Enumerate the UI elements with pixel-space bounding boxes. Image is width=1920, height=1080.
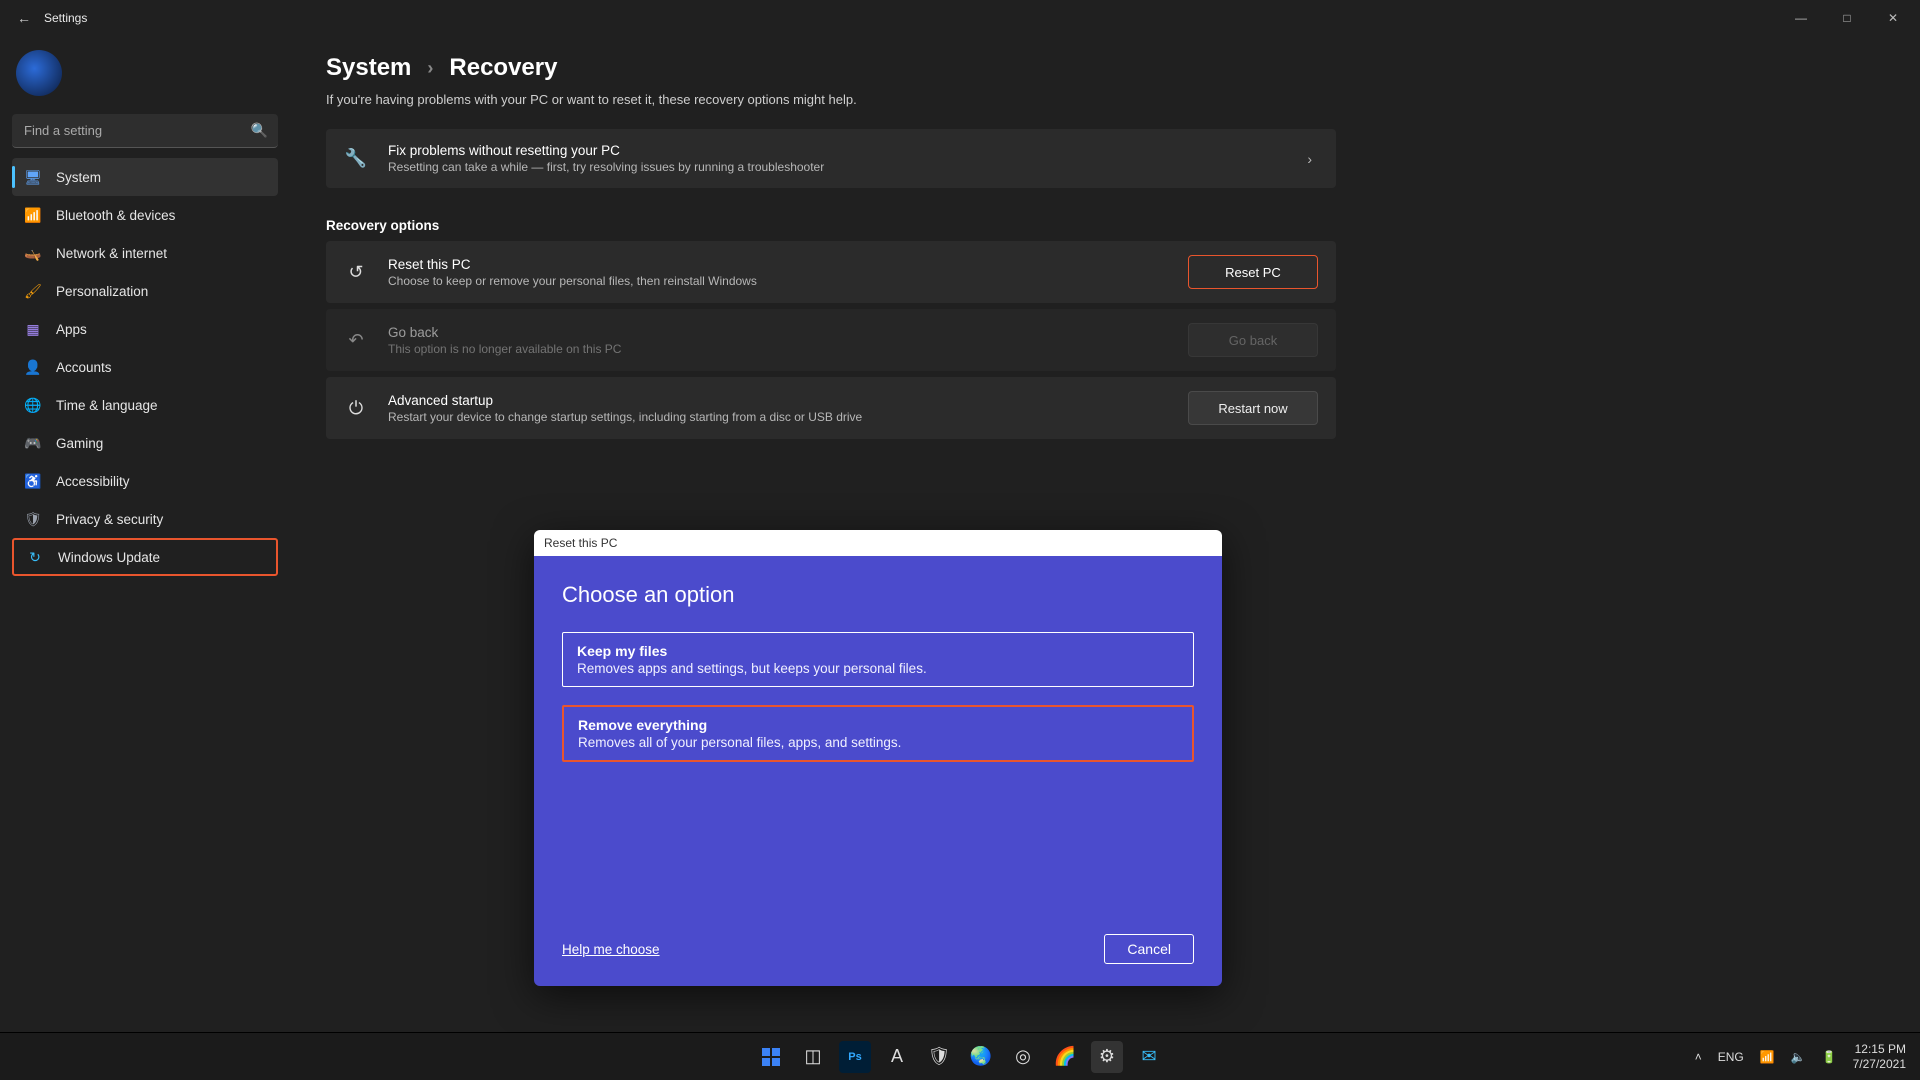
close-button[interactable]: ✕ [1870, 2, 1916, 34]
search-icon: 🔍 [251, 122, 268, 139]
sidebar-item-gaming[interactable]: 🎮 Gaming [12, 424, 278, 462]
cancel-button[interactable]: Cancel [1104, 934, 1194, 964]
search-input[interactable] [12, 114, 278, 148]
sidebar-item-label: Gaming [56, 436, 103, 451]
reset-pc-dialog: Reset this PC Choose an option Keep my f… [534, 530, 1222, 986]
card-go-back: ↶ Go back This option is no longer avail… [326, 309, 1336, 371]
page-subtitle: If you're having problems with your PC o… [326, 92, 1880, 107]
task-view-icon[interactable]: ◫ [797, 1041, 829, 1073]
chrome-icon[interactable]: ◎ [1007, 1041, 1039, 1073]
sidebar-item-time[interactable]: 🌐 Time & language [12, 386, 278, 424]
reset-icon: ↺ [344, 262, 368, 283]
sidebar-item-system[interactable]: 🖥 System [12, 158, 278, 196]
option-title: Remove everything [578, 717, 1178, 733]
dialog-titlebar: Reset this PC [534, 530, 1222, 556]
tray-clock[interactable]: 12:15 PM 7/27/2021 [1853, 1042, 1906, 1071]
update-icon: ↻ [26, 548, 44, 566]
sidebar-item-accounts[interactable]: 👤 Accounts [12, 348, 278, 386]
option-keep-my-files[interactable]: Keep my files Removes apps and settings,… [562, 632, 1194, 687]
card-desc: Choose to keep or remove your personal f… [388, 274, 1168, 288]
mail-icon[interactable]: ✉ [1133, 1041, 1165, 1073]
card-desc: This option is no longer available on th… [388, 342, 1168, 356]
sidebar-item-accessibility[interactable]: ♿ Accessibility [12, 462, 278, 500]
card-title: Reset this PC [388, 257, 1168, 272]
photoshop-icon[interactable]: Ps [839, 1041, 871, 1073]
globe-icon: 🌐 [24, 396, 42, 414]
apps-icon: ▦ [24, 320, 42, 338]
card-advanced-startup: ⏻ Advanced startup Restart your device t… [326, 377, 1336, 439]
user-avatar[interactable] [16, 50, 62, 96]
gamepad-icon: 🎮 [24, 434, 42, 452]
card-desc: Restart your device to change startup se… [388, 410, 1168, 424]
sidebar-item-label: Network & internet [56, 246, 167, 261]
go-back-button: Go back [1188, 323, 1318, 357]
section-title: Recovery options [326, 218, 1880, 233]
power-icon: ⏻ [344, 398, 368, 419]
card-desc: Resetting can take a while — first, try … [388, 160, 1287, 174]
back-button[interactable]: ← [4, 10, 44, 26]
option-remove-everything[interactable]: Remove everything Removes all of your pe… [562, 705, 1194, 762]
breadcrumb: System › Recovery [326, 54, 1880, 82]
sidebar-item-label: Apps [56, 322, 87, 337]
maximize-button[interactable]: □ [1824, 2, 1870, 34]
card-fix-problems[interactable]: 🔧 Fix problems without resetting your PC… [326, 129, 1336, 188]
tray-volume-icon[interactable]: 🔈 [1791, 1050, 1806, 1064]
chevron-right-icon: › [427, 58, 433, 79]
tray-language[interactable]: ENG [1718, 1050, 1744, 1064]
breadcrumb-root[interactable]: System [326, 54, 411, 82]
card-title: Advanced startup [388, 393, 1168, 408]
sidebar-item-network[interactable]: 🛶 Network & internet [12, 234, 278, 272]
option-desc: Removes all of your personal files, apps… [578, 735, 1178, 750]
chevron-right-icon: › [1307, 151, 1318, 167]
brave-icon[interactable]: 🛡 [923, 1041, 955, 1073]
wrench-icon: 🔧 [344, 148, 368, 169]
tray-wifi-icon[interactable]: 📶 [1760, 1050, 1775, 1064]
minimize-button[interactable]: ― [1778, 2, 1824, 34]
tray-date: 7/27/2021 [1853, 1057, 1906, 1071]
tray-chevron-icon[interactable]: ˄ [1695, 1050, 1702, 1064]
sidebar-item-label: Privacy & security [56, 512, 163, 527]
accessibility-icon: ♿ [24, 472, 42, 490]
wifi-icon: 🛶 [24, 244, 42, 262]
sidebar-item-label: Windows Update [58, 550, 160, 565]
help-me-choose-link[interactable]: Help me choose [562, 942, 660, 957]
sidebar-item-label: Personalization [56, 284, 148, 299]
option-title: Keep my files [577, 643, 1179, 659]
edge-icon[interactable]: 🌈 [1049, 1041, 1081, 1073]
tray-time: 12:15 PM [1853, 1042, 1906, 1056]
sidebar-item-personalization[interactable]: 🖌 Personalization [12, 272, 278, 310]
system-icon: 🖥 [24, 168, 42, 186]
firefox-icon[interactable]: 🌏 [965, 1041, 997, 1073]
restart-now-button[interactable]: Restart now [1188, 391, 1318, 425]
sidebar-item-privacy[interactable]: 🛡 Privacy & security [12, 500, 278, 538]
sidebar-item-label: Bluetooth & devices [56, 208, 175, 223]
reset-pc-button[interactable]: Reset PC [1188, 255, 1318, 289]
history-icon: ↶ [344, 330, 368, 351]
sidebar-item-apps[interactable]: ▦ Apps [12, 310, 278, 348]
page-title: Recovery [449, 54, 557, 82]
bluetooth-icon: 📶 [24, 206, 42, 224]
brush-icon: 🖌 [24, 282, 42, 300]
card-title: Go back [388, 325, 1168, 340]
app-icon[interactable]: A [881, 1041, 913, 1073]
sidebar-item-label: System [56, 170, 101, 185]
card-title: Fix problems without resetting your PC [388, 143, 1287, 158]
settings-icon[interactable]: ⚙ [1091, 1041, 1123, 1073]
tray-battery-icon[interactable]: 🔋 [1822, 1050, 1837, 1064]
sidebar-item-label: Accessibility [56, 474, 130, 489]
sidebar-item-bluetooth[interactable]: 📶 Bluetooth & devices [12, 196, 278, 234]
window-title: Settings [44, 11, 87, 25]
sidebar-item-label: Accounts [56, 360, 112, 375]
option-desc: Removes apps and settings, but keeps you… [577, 661, 1179, 676]
dialog-heading: Choose an option [562, 582, 1194, 608]
sidebar-item-windows-update[interactable]: ↻ Windows Update [12, 538, 278, 576]
shield-icon: 🛡 [24, 510, 42, 528]
sidebar-item-label: Time & language [56, 398, 158, 413]
start-button[interactable] [755, 1041, 787, 1073]
person-icon: 👤 [24, 358, 42, 376]
card-reset-pc: ↺ Reset this PC Choose to keep or remove… [326, 241, 1336, 303]
